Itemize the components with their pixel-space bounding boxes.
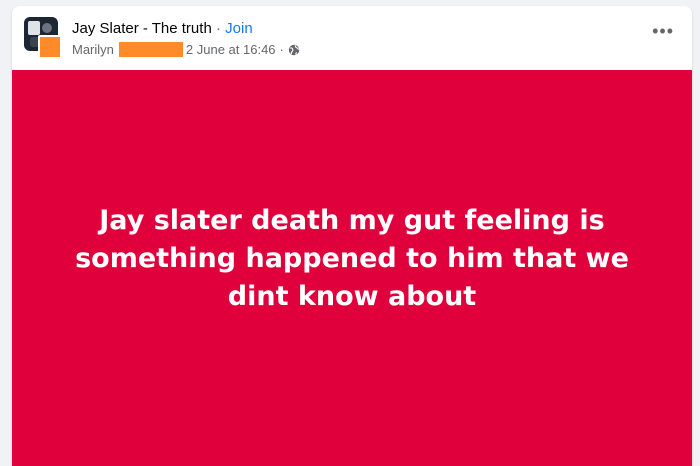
post-content-background: Jay slater death my gut feeling is somet…	[12, 70, 692, 466]
group-avatar-detail	[42, 23, 52, 33]
post-body-text: Jay slater death my gut feeling is somet…	[75, 205, 629, 312]
group-line: Jay Slater - The truth · Join	[72, 20, 253, 37]
avatar-group[interactable]	[24, 17, 68, 61]
globe-icon[interactable]	[288, 44, 300, 56]
post-header: Jay Slater - The truth · Join Marilyn 2 …	[12, 6, 692, 70]
author-name-link[interactable]: Marilyn	[72, 42, 114, 57]
timestamp-link[interactable]: 2 June at 16:46	[186, 42, 276, 57]
author-surname-redaction	[118, 42, 183, 57]
post-meta: Marilyn 2 June at 16:46 ·	[72, 42, 300, 57]
group-name-link[interactable]: Jay Slater - The truth	[72, 20, 212, 37]
join-link[interactable]: Join	[225, 20, 253, 37]
separator-dot: ·	[215, 20, 221, 37]
user-avatar-redacted[interactable]	[38, 35, 62, 59]
more-options-icon[interactable]: •••	[652, 22, 674, 40]
group-avatar-detail	[28, 21, 40, 35]
facebook-post: Jay Slater - The truth · Join Marilyn 2 …	[12, 6, 692, 466]
meta-separator: ·	[279, 42, 284, 57]
